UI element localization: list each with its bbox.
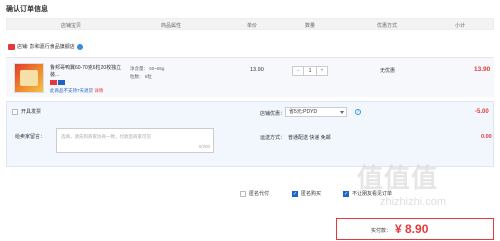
return-policy-note: 此商品不支持7天退货 详情 bbox=[50, 88, 103, 94]
message-placeholder: 选填，请先和商家协商一致，付款后商家可见 bbox=[61, 134, 151, 139]
chevron-down-icon bbox=[340, 111, 344, 114]
seller-message-textarea[interactable]: 选填，请先和商家协商一致，付款后商家可见 0/200 bbox=[56, 128, 214, 153]
page-title: 确认订单信息 bbox=[6, 6, 48, 13]
column-header-discount: 优惠方式 bbox=[377, 23, 398, 29]
invoice-label: 开具发票 bbox=[21, 109, 42, 115]
table-header: 店铺宝贝 商品属性 单价 数量 优惠方式 小计 bbox=[6, 18, 494, 30]
spec-net-weight: 净含量： 60~65g bbox=[130, 66, 165, 71]
discount-method: 无优惠 bbox=[380, 68, 396, 74]
quantity-input[interactable]: 1 bbox=[303, 67, 317, 75]
message-label: 给卖家留言： bbox=[15, 134, 46, 140]
help-icon[interactable]: ? bbox=[355, 109, 361, 115]
store-coupon-amount: -5.00 bbox=[475, 109, 489, 115]
anonymous-purchase-option[interactable]: ✓ 匿名购买 bbox=[292, 190, 321, 197]
shipping-mode[interactable]: 普通配送 快递 免邮 bbox=[288, 134, 331, 141]
invoice-checkbox[interactable] bbox=[12, 108, 18, 115]
watermark-url: zhizhizhi.com bbox=[380, 196, 447, 208]
hide-order-label: 不让朋友看见订单 bbox=[352, 191, 393, 197]
return-policy-text: 此商品不支持7天退货 bbox=[50, 88, 94, 93]
return-policy-link[interactable]: 详情 bbox=[94, 88, 103, 93]
store-name[interactable]: 店铺: 彭和嘉行食品旗舰店 bbox=[17, 43, 75, 50]
column-header-item: 店铺宝贝 bbox=[61, 23, 82, 29]
store-coupon-label: 店铺优惠： bbox=[260, 111, 286, 117]
hide-order-option[interactable]: ✓ 不让朋友看见订单 bbox=[343, 190, 392, 197]
column-header-attributes: 商品属性 bbox=[161, 23, 182, 29]
spec-count: 粒数： 6粒 bbox=[130, 74, 152, 79]
quantity-plus-button[interactable]: + bbox=[317, 67, 327, 75]
store-coupon-select[interactable]: 省5元:PDYD bbox=[285, 107, 347, 117]
quantity-minus-button[interactable]: − bbox=[293, 67, 303, 75]
order-item-row: 鲁邦哥鸭翼60-70克6粒20枚独立装... 此商品不支持7天退货 详情 净含量… bbox=[6, 57, 494, 97]
column-header-price: 单价 bbox=[247, 23, 258, 29]
shipping-label: 运送方式： bbox=[260, 135, 286, 141]
promo-badge-icon bbox=[50, 80, 57, 85]
shipping-amount: 0.00 bbox=[481, 134, 492, 140]
anonymous-pay-checkbox[interactable] bbox=[240, 190, 246, 197]
invoice-option[interactable]: 开具发票 bbox=[12, 108, 41, 115]
unit-price: 13.90 bbox=[250, 67, 264, 73]
store-row: 店铺: 彭和嘉行食品旗舰店 bbox=[8, 43, 83, 50]
hide-order-checkbox[interactable]: ✓ bbox=[343, 190, 349, 197]
store-coupon-value: 省5元:PDYD bbox=[289, 109, 318, 115]
payment-amount: ¥ 8.90 bbox=[395, 222, 429, 236]
column-header-subtotal: 小计 bbox=[455, 23, 466, 29]
service-badge-icon bbox=[58, 80, 65, 85]
payment-summary: 实付款： ¥ 8.90 bbox=[336, 218, 494, 240]
product-thumbnail[interactable] bbox=[14, 63, 44, 93]
store-icon bbox=[8, 43, 15, 50]
payment-label: 实付款： bbox=[371, 228, 392, 234]
product-name[interactable]: 鲁邦哥鸭翼60-70克6粒20枚独立装... bbox=[50, 65, 126, 79]
column-header-quantity: 数量 bbox=[305, 23, 316, 29]
message-char-count: 0/200 bbox=[198, 144, 210, 149]
product-image bbox=[20, 70, 38, 86]
anonymous-pay-option[interactable]: 匿名代付 bbox=[240, 190, 269, 197]
chat-icon[interactable] bbox=[76, 43, 83, 50]
quantity-stepper: − 1 + bbox=[292, 66, 328, 76]
anonymous-pay-label: 匿名代付 bbox=[249, 191, 270, 197]
item-subtotal: 13.90 bbox=[474, 66, 491, 73]
anonymous-purchase-checkbox[interactable]: ✓ bbox=[292, 190, 298, 197]
anonymous-purchase-label: 匿名购买 bbox=[301, 191, 322, 197]
